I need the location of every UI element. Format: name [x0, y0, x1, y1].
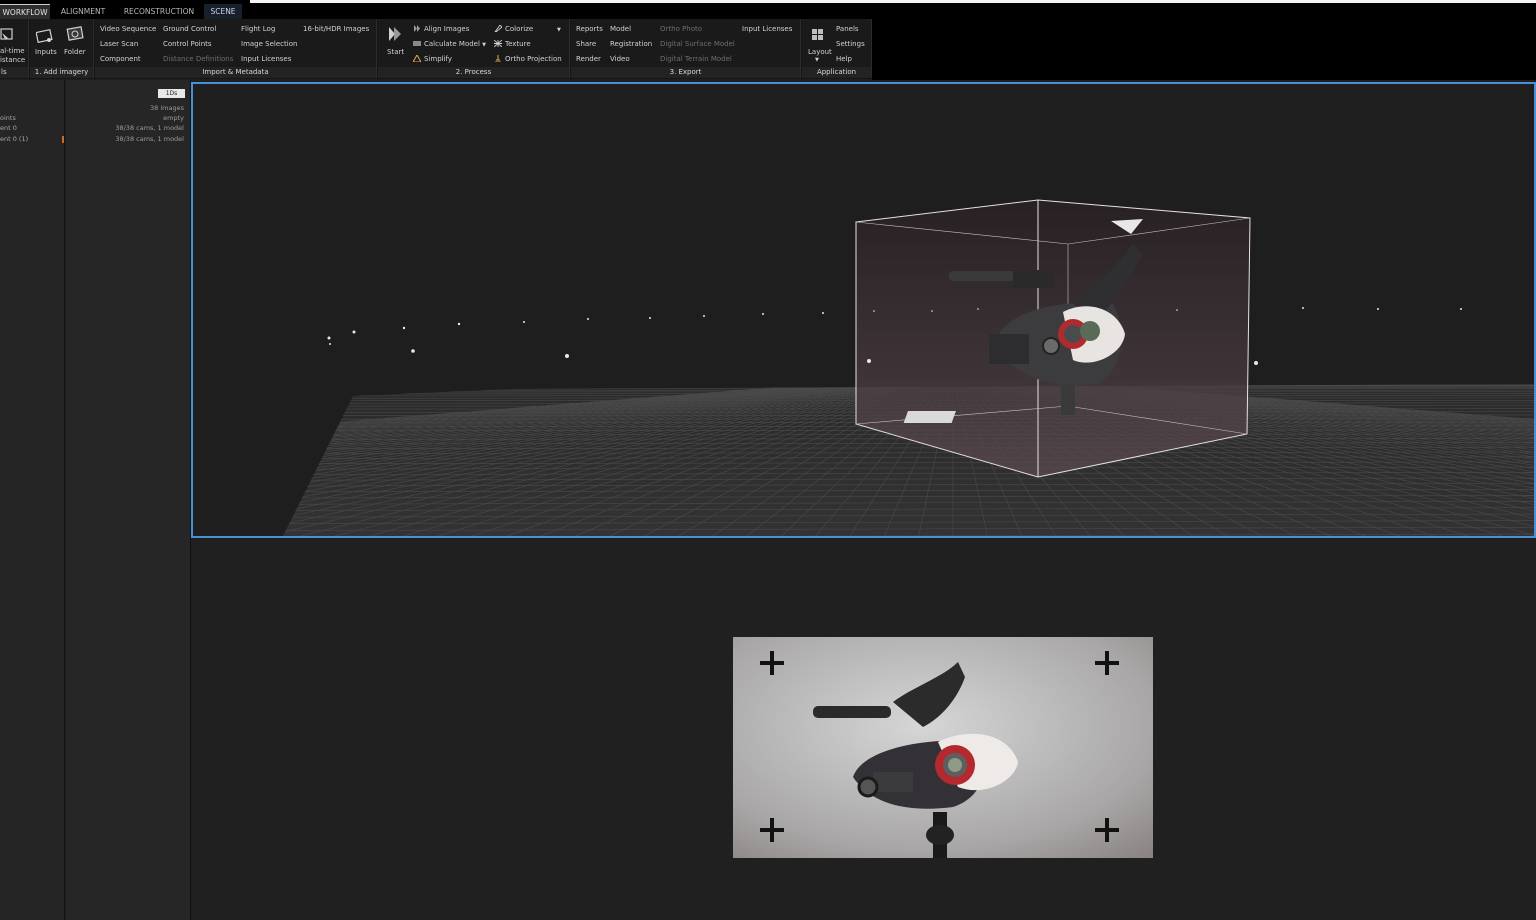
component-0-summary: 38/38 cams, 1 model	[115, 124, 184, 132]
folder-icon[interactable]	[66, 25, 84, 41]
tree-item-points[interactable]: oints	[0, 114, 16, 123]
points-status: empty	[163, 114, 184, 122]
tree-item-component-0[interactable]: ent 0	[0, 124, 17, 133]
export-input-licenses-button[interactable]: Input Licenses	[742, 25, 792, 34]
images-count: 38 images	[150, 104, 184, 112]
folder-button[interactable]: Folder	[64, 48, 86, 56]
flight-log-button[interactable]: Flight Log	[241, 25, 275, 34]
ribbon-tabs: WORKFLOW ALIGNMENT RECONSTRUCTION SCENE	[0, 4, 1536, 19]
component-0-1-summary: 38/38 cams, 1 model	[115, 135, 184, 143]
tab-workflow[interactable]: WORKFLOW	[0, 4, 50, 19]
share-button[interactable]: Share	[576, 40, 596, 49]
texture-button[interactable]: Texture	[494, 40, 531, 49]
texture-label: Texture	[505, 40, 531, 48]
photo-content	[733, 637, 1153, 858]
tab-reconstruction[interactable]: RECONSTRUCTION	[116, 4, 202, 19]
input-licenses-button[interactable]: Input Licenses	[241, 55, 291, 64]
laser-scan-button[interactable]: Laser Scan	[100, 40, 138, 49]
render-button[interactable]: Render	[576, 55, 601, 64]
chevron-down-icon[interactable]: ▼	[482, 42, 486, 48]
ribbon-group-import-metadata: Video Sequence Laser Scan Component Grou…	[95, 19, 377, 78]
reports-button[interactable]: Reports	[576, 25, 603, 34]
tree-item-component-0-1[interactable]: ent 0 (1)	[0, 135, 28, 144]
simplify-button[interactable]: Simplify	[413, 55, 452, 64]
group-label-import-metadata: Import & Metadata	[95, 67, 376, 78]
hdr-images-button[interactable]: 16-bit/HDR Images	[303, 25, 369, 34]
layout-button[interactable]: Layout	[808, 48, 832, 56]
chevron-down-icon[interactable]: ▼	[815, 56, 819, 65]
colorize-icon	[494, 25, 502, 32]
distance-definitions-button[interactable]: Distance Definitions	[163, 55, 233, 64]
ribbon: al-time istance ls Inputs Folder 1. Add …	[0, 19, 872, 79]
camera-chip[interactable]: 1Ds	[158, 89, 185, 98]
registration-button[interactable]: Registration	[610, 40, 652, 49]
tab-scene[interactable]: SCENE	[204, 4, 242, 19]
ground-control-button[interactable]: Ground Control	[163, 25, 216, 34]
panels-button[interactable]: Panels	[836, 25, 859, 34]
colorize-button[interactable]: Colorize	[494, 25, 533, 34]
model-base	[903, 411, 956, 423]
active-component-marker	[62, 136, 64, 143]
ribbon-group-add-imagery: Inputs Folder 1. Add imagery	[30, 19, 94, 78]
calculate-model-label: Calculate Model	[424, 40, 480, 48]
realtime-label-top[interactable]: al-time	[0, 47, 25, 55]
ortho-projection-label: Ortho Projection	[505, 55, 562, 63]
ribbon-group-process: Start Align Images Calculate Model ▼ Sim…	[378, 19, 570, 78]
group-label-process: 2. Process	[378, 67, 569, 78]
project-tree-panel: oints ent 0 ent 0 (1)	[0, 80, 65, 920]
3d-scene[interactable]	[193, 84, 1534, 536]
video-sequence-button[interactable]: Video Sequence	[100, 25, 156, 34]
start-button[interactable]: Start	[387, 48, 404, 56]
align-icon	[414, 25, 420, 32]
model-export-button[interactable]: Model	[610, 25, 631, 34]
align-images-button[interactable]: Align Images	[413, 25, 469, 34]
inputs-icon[interactable]	[36, 27, 54, 43]
settings-button[interactable]: Settings	[836, 40, 865, 49]
inputs-button[interactable]: Inputs	[35, 48, 57, 56]
group-label-export: 3. Export	[571, 67, 800, 78]
3d-viewport[interactable]	[191, 82, 1536, 538]
control-points-button[interactable]: Control Points	[163, 40, 212, 49]
project-values-panel: 38 images empty 38/38 cams, 1 model 38/3…	[66, 80, 191, 920]
window-top-highlight	[250, 0, 1536, 3]
ribbon-group-realtime: al-time istance ls	[0, 19, 29, 78]
chevron-down-icon[interactable]: ▼	[557, 25, 561, 35]
start-icon[interactable]	[387, 26, 405, 42]
ortho-photo-button[interactable]: Ortho Photo	[660, 25, 702, 34]
model-icon	[413, 41, 421, 46]
input-image-preview[interactable]	[733, 637, 1153, 858]
group-label-realtime: ls	[0, 67, 28, 78]
calculate-model-button[interactable]: Calculate Model ▼	[413, 40, 486, 50]
align-images-label: Align Images	[424, 25, 470, 33]
colorize-label: Colorize	[505, 25, 534, 33]
ribbon-group-application: Layout ▼ Panels Settings Help Applicatio…	[802, 19, 872, 78]
ribbon-empty-area	[872, 19, 1536, 80]
image-selection-button[interactable]: Image Selection	[241, 40, 297, 49]
simplify-icon	[413, 55, 421, 62]
digital-surface-model-button[interactable]: Digital Surface Model	[660, 40, 735, 49]
ribbon-group-export: Reports Share Render Model Registration …	[571, 19, 801, 78]
realtime-label-bottom: istance	[0, 56, 26, 64]
tab-alignment[interactable]: ALIGNMENT	[52, 4, 114, 19]
group-label-application: Application	[802, 67, 871, 78]
realtime-icon	[0, 28, 13, 40]
component-button[interactable]: Component	[100, 55, 141, 64]
simplify-label: Simplify	[424, 55, 453, 63]
help-button[interactable]: Help	[836, 55, 852, 64]
digital-terrain-model-button[interactable]: Digital Terrain Model	[660, 55, 732, 64]
group-label-add-imagery: 1. Add imagery	[30, 67, 93, 78]
video-button[interactable]: Video	[610, 55, 630, 64]
texture-icon	[494, 40, 502, 47]
ortho-icon	[495, 55, 501, 62]
ortho-projection-button[interactable]: Ortho Projection	[494, 55, 562, 64]
layout-icon[interactable]	[811, 28, 829, 44]
